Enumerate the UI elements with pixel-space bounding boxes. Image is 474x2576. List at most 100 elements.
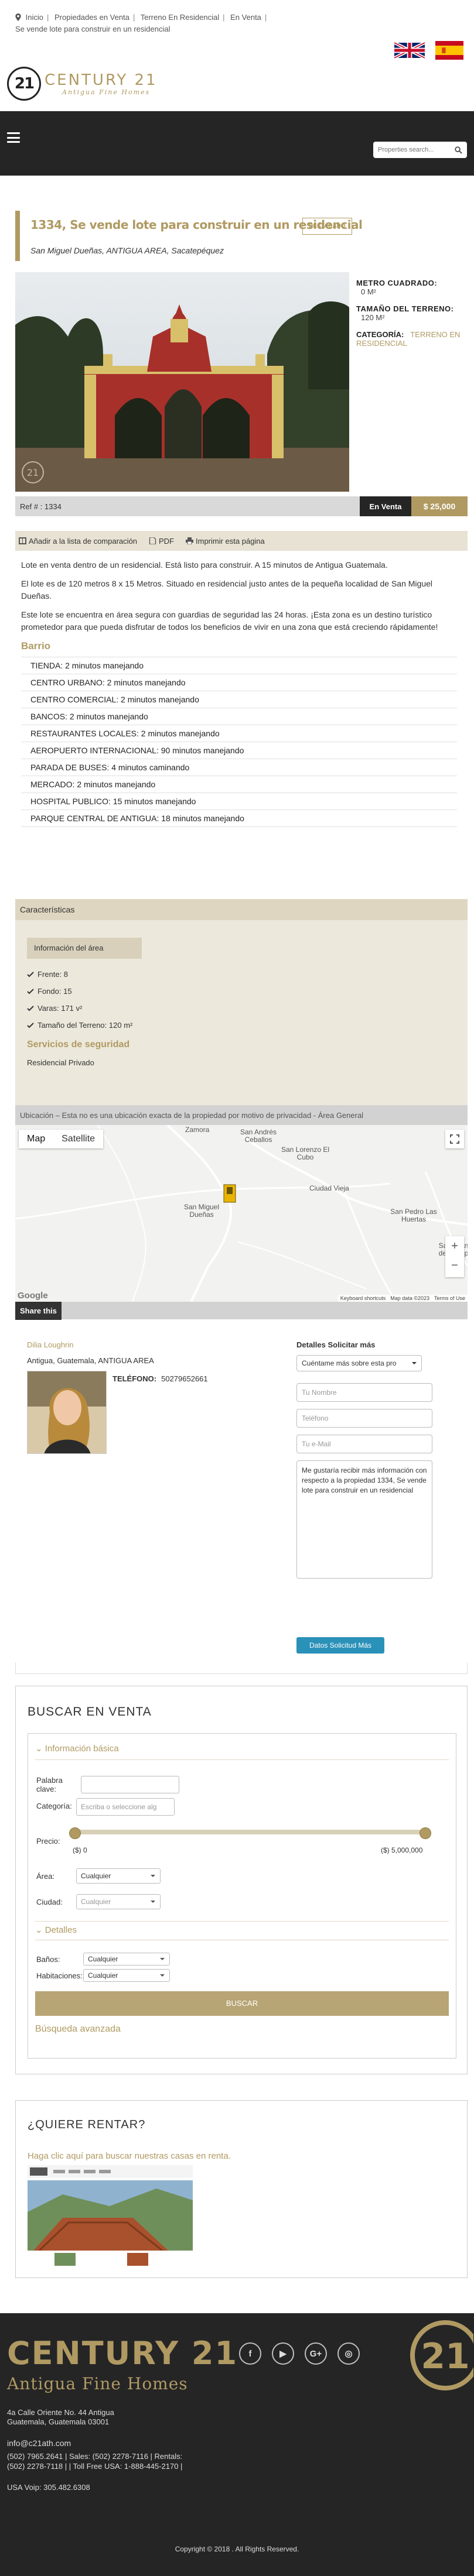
price-slider[interactable] xyxy=(69,1827,431,1839)
ref-number: Ref # : 1334 xyxy=(15,496,360,516)
price-max-handle[interactable] xyxy=(420,1827,431,1839)
map-terms[interactable]: Terms of Use xyxy=(434,1295,465,1301)
habitaciones-select[interactable]: Cualquier xyxy=(83,1969,170,1982)
status-badge: En Venta xyxy=(360,496,411,516)
youtube-icon[interactable]: ▶ xyxy=(272,2342,294,2365)
instagram-icon[interactable]: ◎ xyxy=(337,2342,360,2365)
zoom-out-icon[interactable]: − xyxy=(445,1257,464,1277)
precio-label: Precio: xyxy=(36,1837,60,1846)
email-field[interactable]: Tu e-Mail xyxy=(296,1435,432,1453)
property-search[interactable] xyxy=(373,142,467,158)
tab-informacion-area[interactable]: Información del área xyxy=(27,938,142,959)
listing-title-block: 1334, Se vende lote para construir en un… xyxy=(15,211,459,262)
map-data: Map data ©2023 xyxy=(390,1295,429,1301)
price-max: ($) 5,000,000 xyxy=(381,1846,423,1854)
caracteristica-item: Fondo: 15 xyxy=(27,983,468,1000)
footer-email[interactable]: info@c21ath.com xyxy=(7,2438,71,2448)
uk-flag-icon[interactable] xyxy=(394,41,425,60)
breadcrumb: Inicio | Propiedades en Venta | Terreno En… xyxy=(0,0,474,41)
share-button[interactable]: Share this xyxy=(15,1302,62,1320)
compare-action[interactable]: Añadir a la lista de comparación xyxy=(19,537,137,546)
copyright: Copyright © 2018 . All Rights Reserved. xyxy=(175,2545,299,2553)
menu-icon[interactable] xyxy=(7,132,20,143)
price-min-handle[interactable] xyxy=(69,1827,81,1839)
banos-select[interactable]: Cualquier xyxy=(83,1953,170,1966)
site-logo[interactable]: 21 CENTURY 21 Antigua Fine Homes xyxy=(7,67,158,101)
facebook-icon[interactable]: f xyxy=(239,2342,261,2365)
name-field[interactable]: Tu Nombre xyxy=(296,1383,432,1402)
barrio-item: PARADA DE BUSES: 4 minutos caminando xyxy=(21,759,457,776)
barrio-list: TIENDA: 2 minutos manejando CENTRO URBAN… xyxy=(21,657,457,827)
share-bar: Share this xyxy=(15,1302,468,1320)
caracteristica-item: Tamaño del Terreno: 120 m² xyxy=(27,1017,468,1034)
message-textarea[interactable]: Me gustaría recibir más información con … xyxy=(296,1460,432,1579)
breadcrumb-terreno-residencial[interactable]: Terreno En Residencial xyxy=(141,13,219,22)
agent-phone-number[interactable]: 50279652661 xyxy=(161,1374,208,1383)
print-action[interactable]: Imprimir esta página xyxy=(186,537,265,546)
property-search-input[interactable] xyxy=(378,146,455,153)
price-badge: $ 25,000 xyxy=(411,496,468,516)
rent-banner[interactable] xyxy=(28,2165,193,2269)
info-basica-toggle[interactable]: ⌄ Información básica xyxy=(35,1743,119,1754)
location-map[interactable]: Map Satellite Zamora San Andrés Ceballos… xyxy=(15,1125,468,1302)
keyword-label: Palabra clave: xyxy=(36,1776,63,1793)
map-tab-map[interactable]: Map xyxy=(19,1130,53,1148)
metro-label: METRO CUADRADO: xyxy=(356,279,438,287)
ciudad-select[interactable]: Cualquier xyxy=(76,1894,161,1909)
caracteristica-item: Frente: 8 xyxy=(27,966,468,983)
listing-photo[interactable]: 21 xyxy=(15,272,349,492)
description-paragraph: Este lote se encuentra en área segura co… xyxy=(21,610,438,632)
map-pin-icon xyxy=(15,13,21,21)
area-select[interactable]: Cualquier xyxy=(76,1868,161,1884)
footer-usa-voip: USA Voip: 305.482.6308 xyxy=(7,2483,90,2492)
barrio-item: PARQUE CENTRAL DE ANTIGUA: 18 minutos ma… xyxy=(21,810,457,827)
phone-field[interactable]: Teléfono xyxy=(296,1409,432,1428)
info-basica-label: Información básica xyxy=(45,1744,119,1754)
agent-photo[interactable] xyxy=(27,1371,107,1454)
breadcrumb-inicio[interactable]: Inicio xyxy=(26,13,43,22)
search-icon[interactable] xyxy=(455,146,462,154)
detalles-toggle[interactable]: ⌄ Detalles xyxy=(35,1925,77,1935)
spain-flag-icon[interactable] xyxy=(434,41,465,60)
ubicacion-heading: Ubicación – Esta no es una ubicación exa… xyxy=(15,1105,468,1125)
pdf-action[interactable]: PDF xyxy=(149,536,174,546)
inquiry-select[interactable]: Cuéntame más sobre esta pro xyxy=(296,1355,422,1371)
breadcrumb-sep: | xyxy=(223,13,225,22)
price-min: ($) 0 xyxy=(73,1846,87,1854)
map-tab-satellite[interactable]: Satellite xyxy=(53,1130,103,1148)
site-footer: CENTURY 21 Antigua Fine Homes f ▶ G+ ◎ 2… xyxy=(0,2313,474,2576)
address-line: 4a Calle Oriente No. 44 Antigua xyxy=(7,2408,114,2417)
divider xyxy=(35,1921,449,1922)
agent-name[interactable]: Dilia Loughrin xyxy=(27,1340,285,1349)
map-place-label: San Lorenzo El Cubo xyxy=(281,1145,330,1161)
breadcrumb-en-venta[interactable]: En Venta xyxy=(230,13,261,22)
barrio-item: MERCADO: 2 minutos manejando xyxy=(21,776,457,793)
pdf-icon xyxy=(149,537,156,544)
google-plus-icon[interactable]: G+ xyxy=(305,2342,327,2365)
rent-link[interactable]: Haga clic aquí para buscar nuestras casa… xyxy=(28,2151,231,2161)
divider xyxy=(35,1759,449,1760)
advanced-search-link[interactable]: Búsqueda avanzada xyxy=(35,2024,121,2035)
caracteristicas-heading: Características xyxy=(15,899,468,920)
fullscreen-icon[interactable] xyxy=(445,1130,464,1148)
search-title: BUSCAR EN VENTA xyxy=(28,1705,152,1719)
site-header: 21 CENTURY 21 Antigua Fine Homes xyxy=(0,41,474,111)
categoria-input[interactable]: Escriba o seleccione alg xyxy=(76,1798,175,1816)
check-icon xyxy=(27,1005,34,1011)
zoom-in-icon[interactable]: + xyxy=(445,1236,464,1257)
breadcrumb-propiedades-venta[interactable]: Propiedades en Venta xyxy=(54,13,129,22)
search-button[interactable]: BUSCAR xyxy=(35,1991,449,2016)
request-info-button[interactable]: Datos Solicitud Más xyxy=(296,1637,384,1654)
map-keyboard-shortcuts[interactable]: Keyboard shortcuts xyxy=(340,1295,386,1301)
description-paragraph: El lote es de 120 metros 8 x 15 Metros. … xyxy=(21,579,432,601)
agent-phone: TELÉFONO: 50279652661 xyxy=(112,1374,208,1383)
listing-description: Lote en venta dentro de un residencial. … xyxy=(21,559,462,827)
logo-brand: CENTURY 21 xyxy=(45,71,158,89)
footer-brand: CENTURY 21 xyxy=(7,2335,238,2372)
barrio-item: HOSPITAL PUBLICO: 15 minutos manejando xyxy=(21,793,457,810)
pdf-label: PDF xyxy=(159,536,174,546)
caracteristicas-list: Frente: 8 Fondo: 15 Varas: 171 v² Tamaño… xyxy=(27,966,468,1034)
keyword-input[interactable] xyxy=(81,1776,179,1793)
map-place-label: Ciudad Vieja xyxy=(309,1184,349,1192)
rent-title: ¿QUIERE RENTAR? xyxy=(28,2118,146,2131)
